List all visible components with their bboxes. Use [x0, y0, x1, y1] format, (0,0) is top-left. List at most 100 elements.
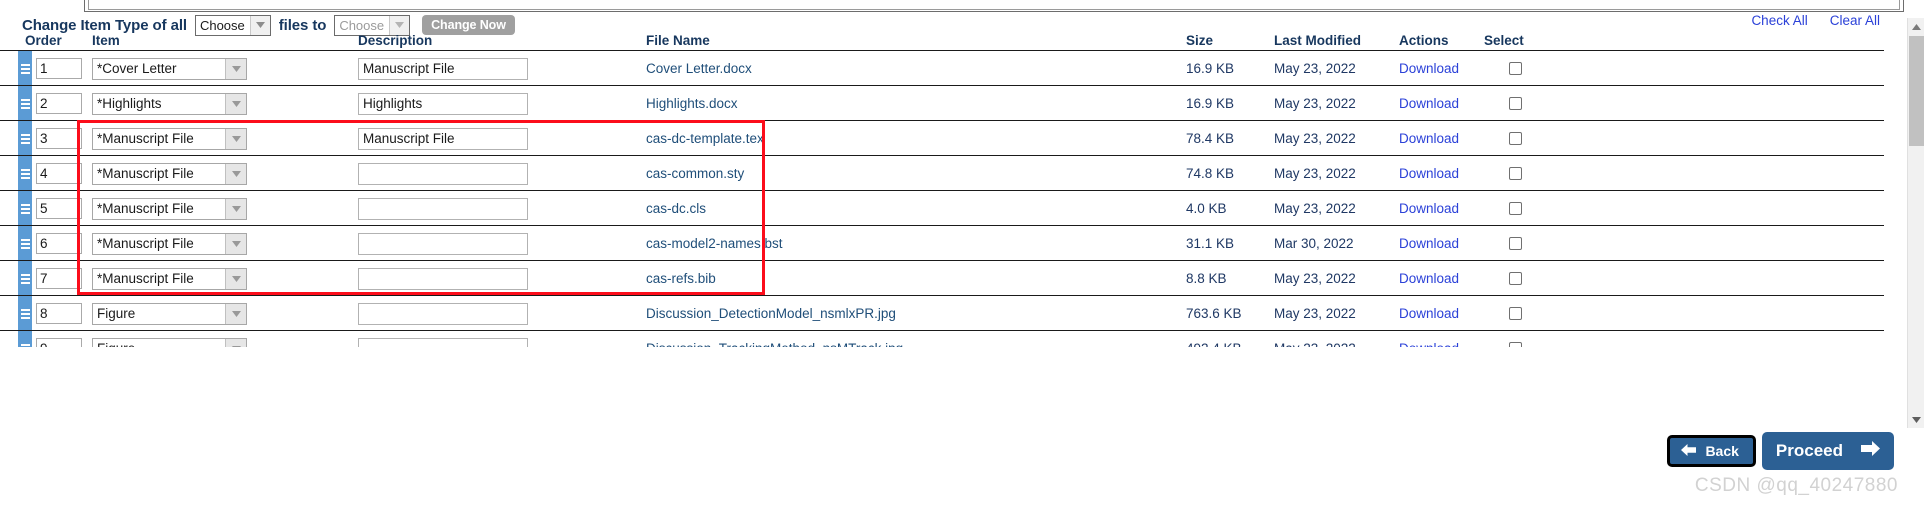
back-button[interactable]: Back [1667, 435, 1756, 467]
order-input[interactable] [36, 198, 82, 219]
arrow-left-icon [1681, 443, 1697, 459]
item-type-select[interactable]: *Cover Letter [92, 57, 247, 80]
actions-cell: Download [1399, 296, 1459, 331]
drag-handle-icon[interactable] [18, 331, 32, 347]
column-header-file-name: File Name [646, 33, 710, 48]
order-input[interactable] [36, 303, 82, 324]
file-name-text: Cover Letter.docx [646, 61, 752, 76]
download-link[interactable]: Download [1399, 271, 1459, 286]
file-name-text: cas-common.sty [646, 166, 745, 181]
chevron-down-icon [225, 303, 246, 324]
row-select-checkbox[interactable] [1509, 272, 1522, 285]
scroll-up-arrow-icon[interactable] [1908, 18, 1924, 35]
column-header-actions: Actions [1399, 33, 1449, 48]
order-input[interactable] [36, 128, 82, 149]
last-modified-text: May 23, 2022 [1274, 61, 1356, 76]
chevron-down-icon [249, 15, 270, 35]
item-type-select[interactable]: *Manuscript File [92, 267, 247, 290]
drag-handle-icon[interactable] [18, 86, 32, 121]
last-modified-text: May 23, 2022 [1274, 341, 1356, 347]
select-cell [1509, 261, 1522, 296]
scroll-down-arrow-icon[interactable] [1908, 411, 1924, 428]
order-input[interactable] [36, 58, 82, 79]
item-type-select[interactable]: *Manuscript File [92, 162, 247, 185]
description-input[interactable] [358, 92, 528, 115]
table-row: *Manuscript File cas-dc.cls 4.0 KB May 23, … [0, 190, 1884, 226]
download-link[interactable]: Download [1399, 61, 1459, 76]
table-row: *Manuscript File cas-model2-names.bst 31.1… [0, 225, 1884, 261]
description-cell [358, 296, 528, 331]
last-modified-text: May 23, 2022 [1274, 96, 1356, 111]
description-cell [358, 121, 528, 156]
download-link[interactable]: Download [1399, 96, 1459, 111]
row-select-checkbox[interactable] [1509, 97, 1522, 110]
order-input[interactable] [36, 268, 82, 289]
clear-all-link[interactable]: Clear All [1830, 13, 1880, 28]
change-now-button[interactable]: Change Now [422, 15, 515, 35]
description-input[interactable] [358, 127, 528, 150]
select-cell [1509, 51, 1522, 86]
drag-handle-icon[interactable] [18, 121, 32, 156]
drag-handle-icon[interactable] [18, 191, 32, 226]
check-all-link[interactable]: Check All [1751, 13, 1807, 28]
item-type-select[interactable]: *Manuscript File [92, 197, 247, 220]
row-select-checkbox[interactable] [1509, 167, 1522, 180]
download-link[interactable]: Download [1399, 236, 1459, 251]
description-cell [358, 261, 528, 296]
row-select-checkbox[interactable] [1509, 342, 1522, 347]
description-input[interactable] [358, 302, 528, 325]
drag-handle-icon[interactable] [18, 51, 32, 86]
item-type-select[interactable]: Figure [92, 302, 247, 325]
description-input[interactable] [358, 57, 528, 80]
description-input[interactable] [358, 337, 528, 347]
download-link[interactable]: Download [1399, 201, 1459, 216]
last-modified-cell: Mar 30, 2022 [1274, 226, 1354, 261]
order-cell [36, 191, 82, 226]
description-input[interactable] [358, 267, 528, 290]
proceed-button[interactable]: Proceed [1761, 432, 1894, 470]
order-input[interactable] [36, 233, 82, 254]
description-input[interactable] [358, 162, 528, 185]
row-select-checkbox[interactable] [1509, 62, 1522, 75]
chevron-down-icon [225, 338, 246, 347]
download-link[interactable]: Download [1399, 166, 1459, 181]
drag-handle-icon[interactable] [18, 261, 32, 296]
order-cell [36, 331, 82, 347]
scrollbar-thumb[interactable] [1909, 36, 1924, 146]
description-input[interactable] [358, 197, 528, 220]
size-text: 763.6 KB [1186, 306, 1242, 321]
order-input[interactable] [36, 163, 82, 184]
order-input[interactable] [36, 338, 82, 347]
download-link[interactable]: Download [1399, 306, 1459, 321]
row-select-checkbox[interactable] [1509, 307, 1522, 320]
item-type-cell: *Manuscript File [92, 261, 247, 296]
drag-handle-icon[interactable] [18, 296, 32, 331]
last-modified-text: May 23, 2022 [1274, 166, 1356, 181]
row-select-checkbox[interactable] [1509, 202, 1522, 215]
download-link[interactable]: Download [1399, 131, 1459, 146]
item-type-select[interactable]: *Highlights [92, 92, 247, 115]
vertical-scrollbar[interactable] [1907, 18, 1924, 428]
order-input[interactable] [36, 93, 82, 114]
chevron-down-icon [225, 198, 246, 219]
item-type-value: *Manuscript File [97, 201, 194, 216]
item-type-cell: Figure [92, 296, 247, 331]
file-name-cell: Discussion_TrackingMethod_nsMTrack.jpg [646, 331, 903, 347]
size-cell: 74.8 KB [1186, 156, 1234, 191]
table-row: *Highlights Highlights.docx 16.9 KB May 23,… [0, 85, 1884, 121]
drag-handle-icon[interactable] [18, 156, 32, 191]
item-type-select[interactable]: Figure [92, 337, 247, 347]
row-select-checkbox[interactable] [1509, 237, 1522, 250]
last-modified-cell: May 23, 2022 [1274, 86, 1356, 121]
row-select-checkbox[interactable] [1509, 132, 1522, 145]
download-link[interactable]: Download [1399, 341, 1459, 347]
description-input[interactable] [358, 232, 528, 255]
order-cell [36, 226, 82, 261]
drag-handle-icon[interactable] [18, 226, 32, 261]
size-text: 4.0 KB [1186, 201, 1227, 216]
proceed-button-label: Proceed [1775, 441, 1843, 460]
table-row: Figure Discussion_DetectionModel_nsmlxPR.… [0, 295, 1884, 331]
item-type-select[interactable]: *Manuscript File [92, 127, 247, 150]
item-type-select[interactable]: *Manuscript File [92, 232, 247, 255]
last-modified-text: May 23, 2022 [1274, 271, 1356, 286]
